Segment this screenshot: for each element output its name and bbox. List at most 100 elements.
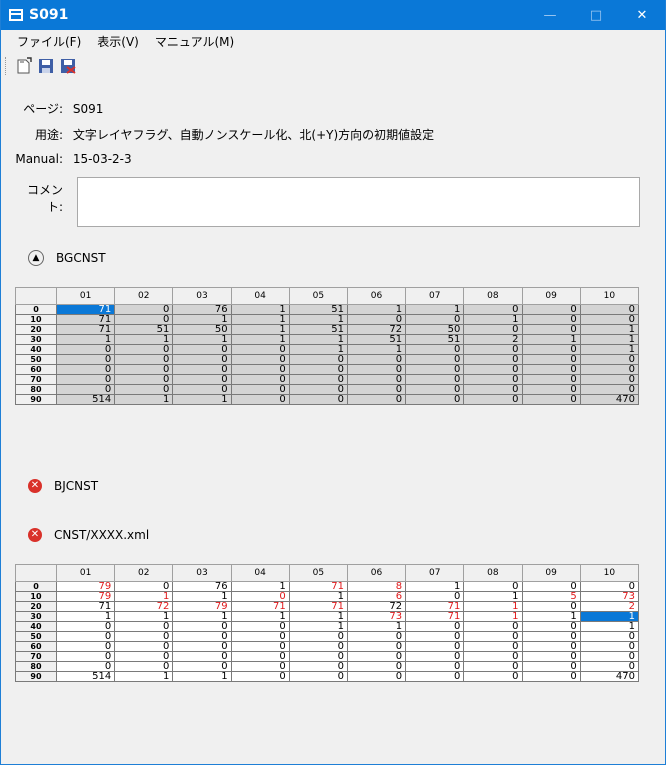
column-header[interactable]: 06 <box>346 564 407 582</box>
table-cell[interactable]: 0 <box>346 671 407 682</box>
table-cell[interactable]: 0 <box>463 651 523 662</box>
table-cell[interactable]: 1 <box>521 334 581 345</box>
table-cell[interactable]: 1 <box>346 344 407 355</box>
table-cell[interactable]: 0 <box>288 394 348 405</box>
table-cell[interactable]: 6 <box>346 591 407 602</box>
table-cell[interactable]: 51 <box>288 304 348 315</box>
row-header[interactable]: 50 <box>15 631 57 642</box>
table-cell[interactable]: 0 <box>346 661 407 672</box>
table-cell[interactable]: 1 <box>172 394 232 405</box>
table-cell[interactable]: 0 <box>288 631 348 642</box>
table-cell[interactable]: 0 <box>405 374 465 385</box>
column-header[interactable]: 04 <box>230 564 290 582</box>
table-cell[interactable]: 5 <box>521 591 581 602</box>
table-cell[interactable]: 0 <box>114 304 174 315</box>
row-header[interactable]: 0 <box>15 304 57 315</box>
table-cell[interactable]: 0 <box>579 661 640 672</box>
column-header[interactable]: 01 <box>55 287 116 305</box>
table-cell[interactable]: 0 <box>55 631 116 642</box>
table-cell[interactable]: 0 <box>463 384 523 395</box>
table-cell[interactable]: 0 <box>172 374 232 385</box>
table-cell[interactable]: 71 <box>230 601 290 612</box>
table-cell[interactable]: 0 <box>405 354 465 365</box>
table-cell[interactable]: 0 <box>579 364 640 375</box>
column-header[interactable]: 07 <box>405 564 465 582</box>
table-cell[interactable]: 1 <box>230 324 290 335</box>
table-cell[interactable]: 1 <box>55 334 116 345</box>
table-cell[interactable]: 71 <box>405 611 465 622</box>
table-cell[interactable]: 0 <box>346 374 407 385</box>
table-cell[interactable]: 0 <box>230 671 290 682</box>
table-cell[interactable]: 1 <box>230 304 290 315</box>
table-cell[interactable]: 0 <box>172 651 232 662</box>
table-cell[interactable]: 0 <box>288 671 348 682</box>
new-document-icon[interactable] <box>15 57 33 75</box>
table-cell[interactable]: 470 <box>579 671 640 682</box>
row-header[interactable]: 70 <box>15 374 57 385</box>
table-cell[interactable]: 1 <box>114 394 174 405</box>
table-cell[interactable]: 0 <box>405 591 465 602</box>
table-cell[interactable]: 0 <box>172 661 232 672</box>
table-cell[interactable]: 0 <box>172 621 232 632</box>
row-header[interactable]: 40 <box>15 621 57 632</box>
table-cell[interactable]: 0 <box>114 651 174 662</box>
table-cell[interactable]: 0 <box>55 661 116 672</box>
table-cell[interactable]: 0 <box>405 394 465 405</box>
table-cell[interactable]: 0 <box>114 581 174 592</box>
table-cell[interactable]: 0 <box>288 364 348 375</box>
cnst-header[interactable]: ✕ CNST/XXXX.xml <box>28 528 149 542</box>
column-header[interactable]: 03 <box>172 564 232 582</box>
table-cell[interactable]: 0 <box>114 354 174 365</box>
table-cell[interactable]: 71 <box>288 581 348 592</box>
table-cell[interactable]: 0 <box>230 641 290 652</box>
table-cell[interactable]: 0 <box>346 354 407 365</box>
table-cell[interactable]: 0 <box>230 651 290 662</box>
column-header[interactable]: 05 <box>288 287 348 305</box>
table-cell[interactable]: 71 <box>55 314 116 325</box>
column-header[interactable]: 10 <box>579 287 640 305</box>
column-header[interactable]: 09 <box>521 564 581 582</box>
table-cell[interactable]: 0 <box>55 384 116 395</box>
table-cell[interactable]: 2 <box>463 334 523 345</box>
table-cell[interactable]: 1 <box>405 581 465 592</box>
table-cell[interactable]: 0 <box>346 394 407 405</box>
table-cell[interactable]: 1 <box>114 611 174 622</box>
table-cell[interactable]: 1 <box>288 621 348 632</box>
table-cell[interactable]: 0 <box>405 671 465 682</box>
table-cell[interactable]: 1 <box>346 304 407 315</box>
table-cell[interactable]: 1 <box>114 591 174 602</box>
table-cell[interactable]: 1 <box>172 591 232 602</box>
column-header[interactable]: 05 <box>288 564 348 582</box>
table-cell[interactable]: 0 <box>463 364 523 375</box>
table-cell[interactable]: 0 <box>521 661 581 672</box>
table-cell[interactable]: 0 <box>405 384 465 395</box>
table-cell[interactable]: 1 <box>579 611 640 622</box>
table-cell[interactable]: 0 <box>579 641 640 652</box>
table-cell[interactable]: 0 <box>230 591 290 602</box>
table-cell[interactable]: 0 <box>230 384 290 395</box>
table-cell[interactable]: 0 <box>463 621 523 632</box>
table-cell[interactable]: 0 <box>230 661 290 672</box>
table-cell[interactable]: 1 <box>288 344 348 355</box>
table-cell[interactable]: 0 <box>405 641 465 652</box>
table-cell[interactable]: 73 <box>346 611 407 622</box>
table-cell[interactable]: 0 <box>521 384 581 395</box>
table-cell[interactable]: 0 <box>288 641 348 652</box>
table-cell[interactable]: 0 <box>463 671 523 682</box>
table-cell[interactable]: 0 <box>579 304 640 315</box>
table-cell[interactable]: 0 <box>172 354 232 365</box>
table-cell[interactable]: 0 <box>521 314 581 325</box>
table-cell[interactable]: 0 <box>579 581 640 592</box>
row-header[interactable]: 80 <box>15 661 57 672</box>
row-header[interactable]: 50 <box>15 354 57 365</box>
table-cell[interactable]: 1 <box>463 601 523 612</box>
table-cell[interactable]: 0 <box>55 651 116 662</box>
table-cell[interactable]: 1 <box>579 344 640 355</box>
table-cell[interactable]: 0 <box>114 384 174 395</box>
table-cell[interactable]: 0 <box>346 651 407 662</box>
row-header[interactable]: 60 <box>15 641 57 652</box>
table-cell[interactable]: 0 <box>521 374 581 385</box>
bgcnst-header[interactable]: ▲ BGCNST <box>28 250 106 266</box>
row-header[interactable]: 40 <box>15 344 57 355</box>
table-cell[interactable]: 1 <box>230 581 290 592</box>
